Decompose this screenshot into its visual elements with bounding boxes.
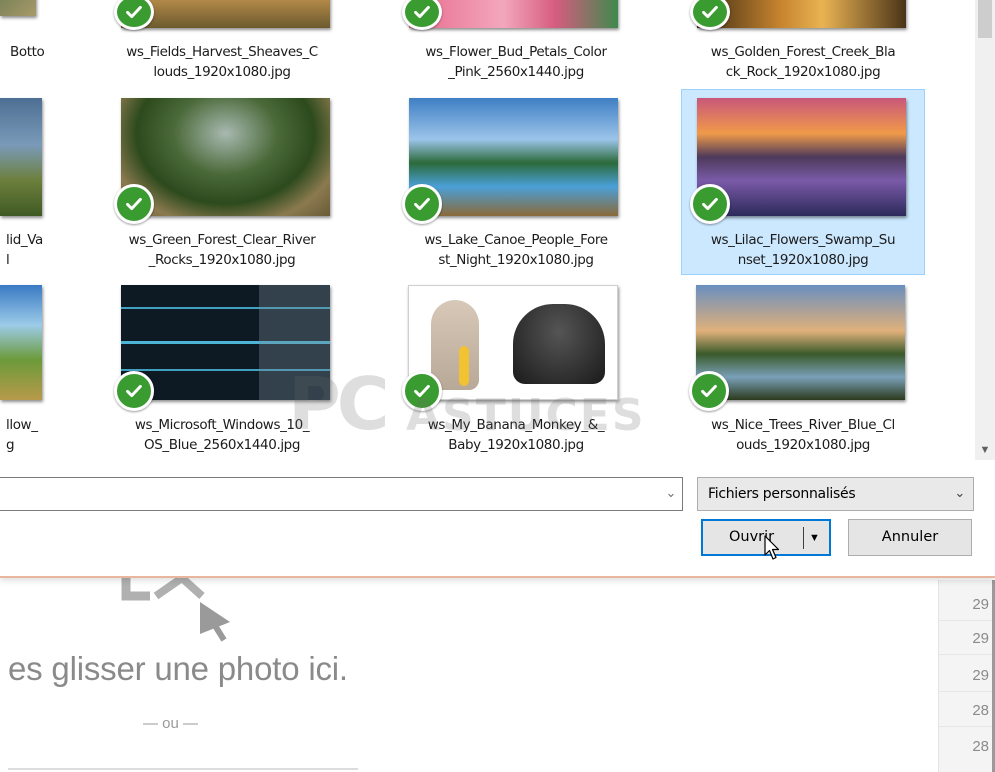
file-name: lid_Va l: [6, 232, 43, 268]
row-number: 29: [972, 667, 989, 684]
file-open-dialog: Botto ws_Fields_Harvest_Sheaves_C louds_…: [0, 0, 995, 578]
file-name: ws_Fields_Harvest_Sheaves_C louds_1920x1…: [126, 44, 318, 80]
file-grid: Botto ws_Fields_Harvest_Sheaves_C louds_…: [0, 0, 975, 460]
file-name: ws_Microsoft_Windows_10_ OS_Blue_2560x14…: [134, 417, 310, 453]
file-name-combobox[interactable]: ⌄: [0, 477, 683, 511]
row-divider: [939, 691, 995, 692]
row-number: 28: [972, 702, 989, 719]
checkmark-icon: [690, 184, 730, 224]
row-number: 28: [972, 738, 989, 755]
file-thumbnail: [0, 98, 42, 216]
scroll-down-arrow-icon[interactable]: ▼: [975, 440, 995, 460]
file-name: Botto: [10, 44, 45, 60]
file-name: ws_Nice_Trees_River_Blue_Cl ouds_1920x10…: [711, 417, 895, 453]
file-name: llow_ g: [6, 417, 38, 453]
row-divider: [939, 654, 995, 655]
file-item-partial-lid-va[interactable]: lid_Va l: [0, 90, 90, 275]
cancel-button[interactable]: Annuler: [848, 519, 972, 556]
row-divider: [939, 620, 995, 621]
open-dropdown-arrow-icon[interactable]: ▼: [809, 527, 827, 549]
divider-line: [8, 768, 358, 770]
file-item-lake-canoe[interactable]: ws_Lake_Canoe_People_Fore st_Night_1920x…: [394, 90, 638, 275]
file-grid-scrollbar[interactable]: ▼: [975, 0, 995, 460]
checkmark-icon: [689, 371, 729, 411]
upload-page-background: es glisser une photo ici. — ou — 29 29 2…: [0, 574, 995, 772]
row-number-column: 29 29 29 28 28: [938, 580, 995, 772]
file-name: ws_My_Banana_Monkey_&_ Baby_1920x1080.jp…: [427, 417, 605, 453]
or-separator: — ou —: [143, 715, 199, 732]
photo-upload-icon: [121, 574, 230, 642]
screen: Botto ws_Fields_Harvest_Sheaves_C louds_…: [0, 0, 995, 772]
file-name: ws_Lilac_Flowers_Swamp_Su nset_1920x1080…: [710, 232, 896, 268]
scrollbar-thumb[interactable]: [978, 0, 992, 38]
file-thumbnail: [0, 285, 42, 400]
checkmark-icon: [114, 371, 154, 411]
file-item-flower-bud[interactable]: ws_Flower_Bud_Petals_Color _Pink_2560x14…: [394, 0, 638, 90]
file-type-select[interactable]: Fichiers personnalisés ⌄: [697, 477, 974, 511]
file-name: ws_Lake_Canoe_People_Fore st_Night_1920x…: [424, 232, 608, 268]
file-thumbnail: [0, 0, 36, 16]
row-number: 29: [972, 596, 989, 613]
file-name: ws_Green_Forest_Clear_River _Rocks_1920x…: [128, 232, 316, 268]
chevron-down-icon[interactable]: ⌄: [664, 486, 678, 500]
file-type-value: Fichiers personnalisés: [708, 486, 856, 502]
file-item-nice-trees[interactable]: ws_Nice_Trees_River_Blue_Cl ouds_1920x10…: [681, 275, 925, 460]
split-divider: [803, 527, 804, 549]
row-divider: [939, 726, 995, 727]
row-number: 29: [972, 630, 989, 647]
file-item-partial-llow[interactable]: llow_ g: [0, 275, 90, 460]
file-item-microsoft-windows[interactable]: ws_Microsoft_Windows_10_ OS_Blue_2560x14…: [100, 275, 344, 460]
file-name: ws_Golden_Forest_Creek_Bla ck_Rock_1920x…: [710, 44, 896, 80]
cancel-button-label: Annuler: [881, 529, 939, 545]
chevron-down-icon: ⌄: [954, 486, 965, 501]
mouse-cursor-icon: [764, 535, 780, 560]
file-item-fields-harvest[interactable]: ws_Fields_Harvest_Sheaves_C louds_1920x1…: [100, 0, 344, 90]
file-item-lilac-flowers[interactable]: ws_Lilac_Flowers_Swamp_Su nset_1920x1080…: [681, 89, 925, 275]
drop-photo-text: es glisser une photo ici.: [8, 650, 348, 687]
checkmark-icon: [114, 184, 154, 224]
checkmark-icon: [402, 371, 442, 411]
checkmark-icon: [402, 184, 442, 224]
file-item-banana-monkey[interactable]: ws_My_Banana_Monkey_&_ Baby_1920x1080.jp…: [394, 275, 638, 460]
file-item-golden-forest[interactable]: ws_Golden_Forest_Creek_Bla ck_Rock_1920x…: [681, 0, 925, 90]
file-name: ws_Flower_Bud_Petals_Color _Pink_2560x14…: [425, 44, 607, 80]
file-item-green-forest[interactable]: ws_Green_Forest_Clear_River _Rocks_1920x…: [100, 90, 344, 275]
file-item-partial-botto[interactable]: Botto: [0, 0, 90, 90]
